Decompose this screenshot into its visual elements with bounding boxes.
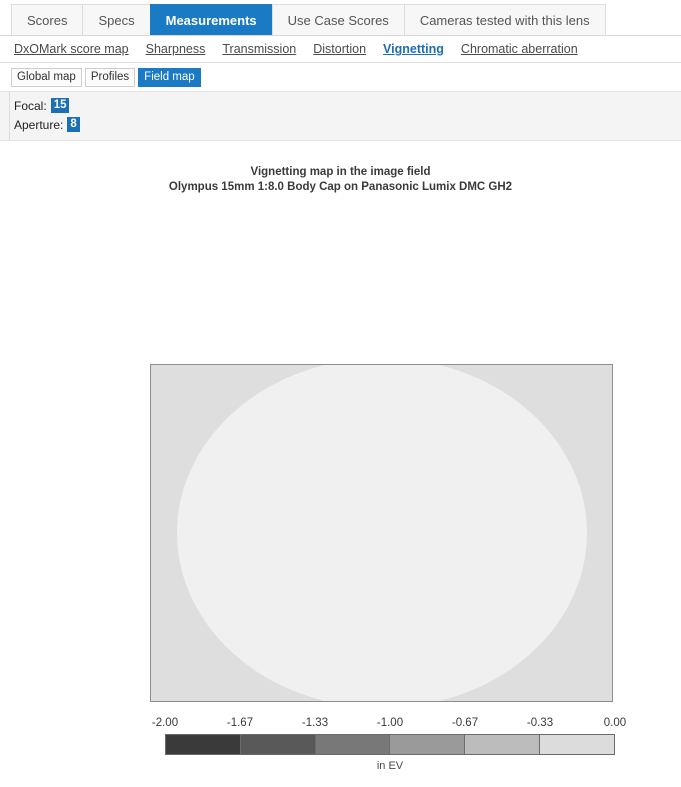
colorbar-segment-1 <box>240 735 316 754</box>
tab-scores[interactable]: Scores <box>11 4 83 35</box>
colorbar-tick-labels: -2.00 -1.67 -1.33 -1.00 -0.67 -0.33 0.00 <box>152 717 626 732</box>
parameter-panel: Focal: 15 Aperture: 8 <box>0 91 681 141</box>
colorbar-segment-2 <box>315 735 391 754</box>
mode-button-field-map[interactable]: Field map <box>138 67 201 87</box>
subnav-link-chromatic-aberration[interactable]: Chromatic aberration <box>461 42 578 56</box>
colorbar-segment-5 <box>540 735 614 754</box>
chart-title: Vignetting map in the image field <box>250 166 431 178</box>
parameter-row-focal: Focal: 15 <box>0 96 681 115</box>
colorbar-segment-3 <box>390 735 466 754</box>
mode-button-profiles[interactable]: Profiles <box>84 67 136 87</box>
colorbar-segment-0 <box>166 735 241 754</box>
colorbar-tick-5: -0.33 <box>526 717 554 729</box>
view-mode-bar: Global map Profiles Field map <box>0 66 681 88</box>
subnav-link-transmission[interactable]: Transmission <box>222 42 296 56</box>
main-tab-bar: Scores Specs Measurements Use Case Score… <box>0 0 681 36</box>
tab-use-case-scores[interactable]: Use Case Scores <box>271 4 404 35</box>
tab-measurements[interactable]: Measurements <box>149 4 272 35</box>
field-map-image <box>150 364 613 702</box>
subnav-link-sharpness[interactable]: Sharpness <box>146 42 206 56</box>
mode-button-global-map[interactable]: Global map <box>11 67 82 87</box>
aperture-value[interactable]: 8 <box>67 117 80 132</box>
colorbar-tick-1: -1.67 <box>226 717 254 729</box>
colorbar-tick-3: -1.00 <box>376 717 404 729</box>
subnav-link-distortion[interactable]: Distortion <box>313 42 366 56</box>
colorbar-tick-0: -2.00 <box>151 717 179 729</box>
chart-subtitle: Olympus 15mm 1:8.0 Body Cap on Panasonic… <box>168 181 513 193</box>
colorbar-legend: -2.00 -1.67 -1.33 -1.00 -0.67 -0.33 0.00… <box>152 717 626 772</box>
vignetting-field-map-chart: Vignetting map in the image field Olympu… <box>0 165 681 787</box>
aperture-label: Aperture: <box>14 117 64 132</box>
focal-value[interactable]: 15 <box>50 98 70 113</box>
measurement-subnav: DxOMark score map Sharpness Transmission… <box>0 36 681 63</box>
colorbar-tick-6: 0.00 <box>603 717 627 729</box>
colorbar-tick-4: -0.67 <box>451 717 479 729</box>
colorbar-gradient <box>165 734 615 755</box>
chart-title-block: Vignetting map in the image field Olympu… <box>0 165 681 195</box>
subnav-link-dxomark-score-map[interactable]: DxOMark score map <box>14 42 129 56</box>
colorbar-segment-4 <box>465 735 541 754</box>
tab-specs[interactable]: Specs <box>82 4 150 35</box>
colorbar-tick-2: -1.33 <box>301 717 329 729</box>
focal-label: Focal: <box>14 98 47 113</box>
field-band-center <box>176 365 587 701</box>
subnav-link-vignetting[interactable]: Vignetting <box>383 42 444 56</box>
parameter-row-aperture: Aperture: 8 <box>0 115 681 134</box>
tab-cameras-tested-with-this-lens[interactable]: Cameras tested with this lens <box>403 4 606 35</box>
colorbar-unit-label: in EV <box>376 760 404 772</box>
